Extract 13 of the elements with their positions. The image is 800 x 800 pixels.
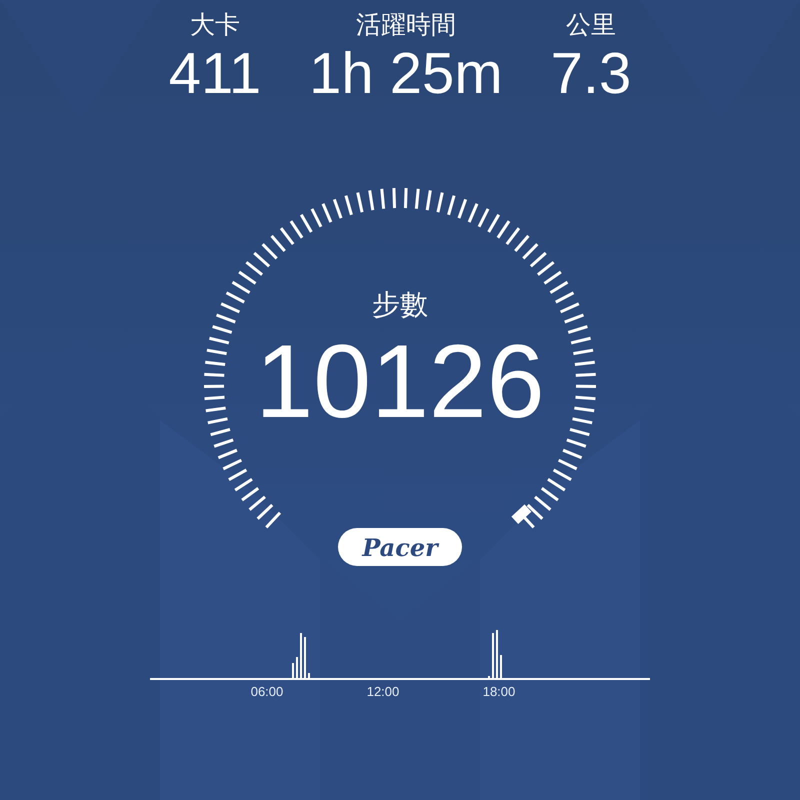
stat-value: 411	[168, 42, 262, 106]
stat-label: 活躍時間	[356, 10, 456, 41]
stat-value: 1h 25m	[309, 42, 503, 106]
gauge-marker	[511, 504, 532, 524]
time-label: 06:00	[250, 684, 284, 699]
stat-label: 公里	[566, 10, 616, 41]
stat-value: 7.3	[550, 42, 632, 106]
time-label: 18:00	[482, 684, 516, 699]
stat-label: 大卡	[190, 10, 240, 41]
time-label: 12:00	[366, 684, 400, 699]
logo: Pacer	[338, 528, 462, 566]
steps-label: 步數	[371, 288, 429, 322]
steps-count: 10126	[254, 323, 546, 442]
